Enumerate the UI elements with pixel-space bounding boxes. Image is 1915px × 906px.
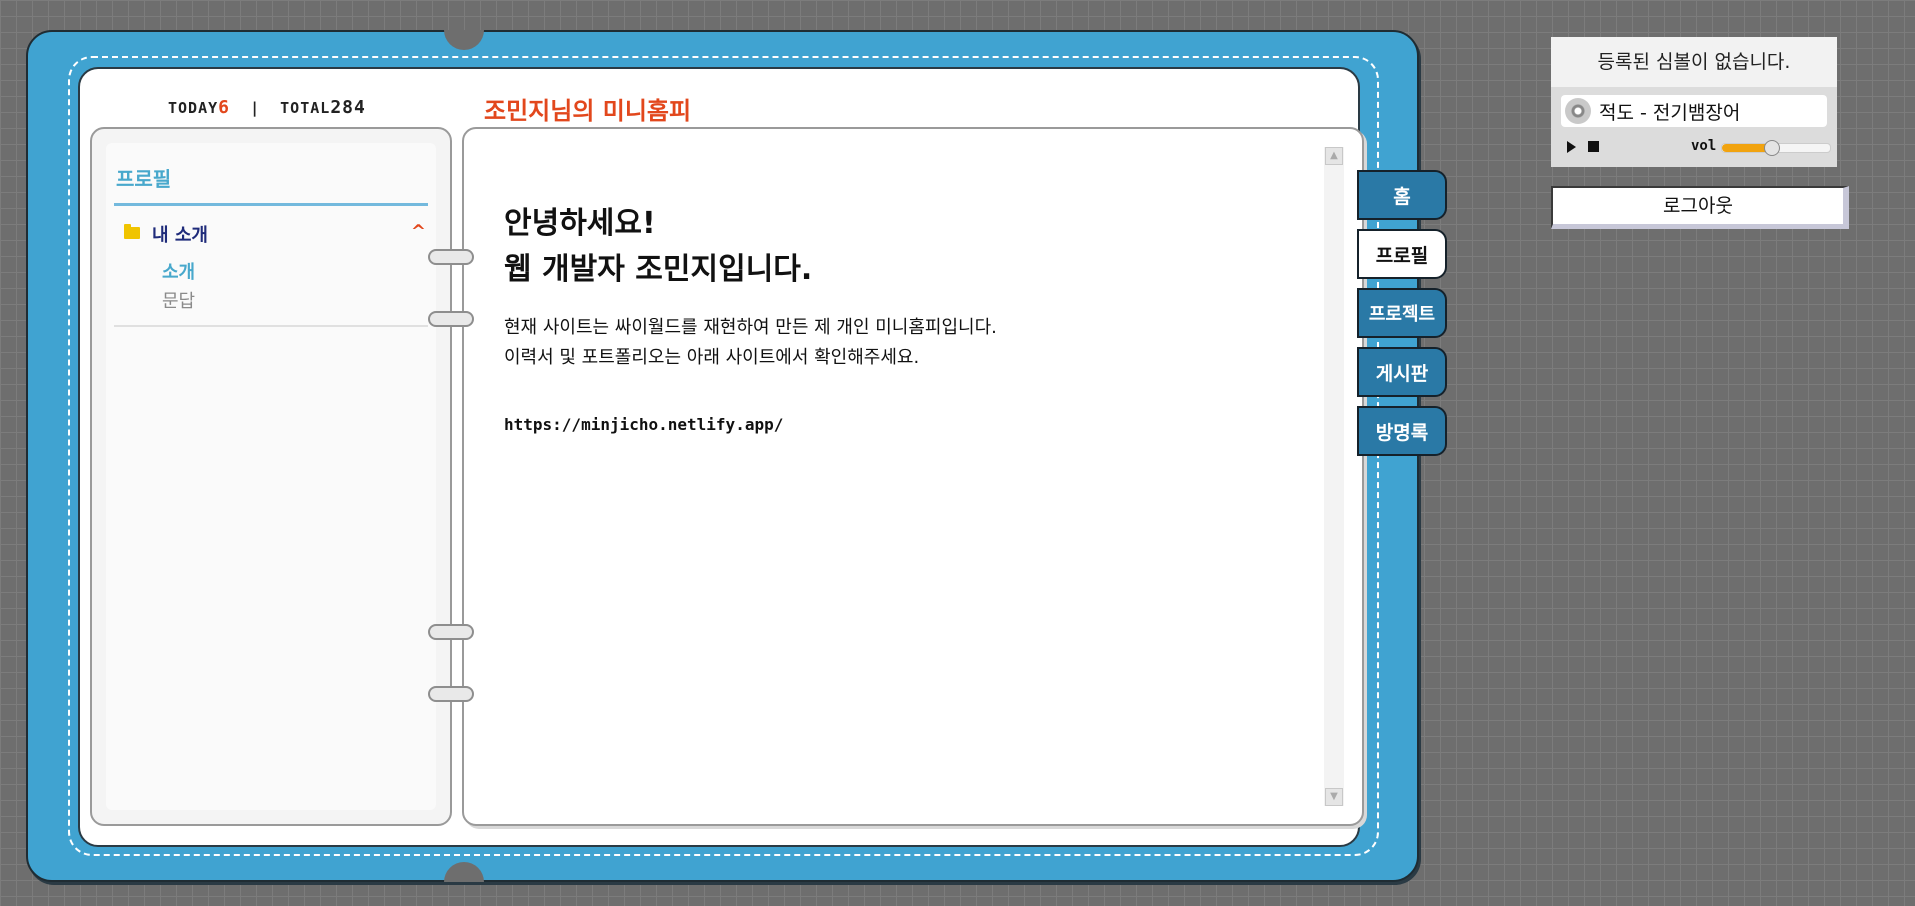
- today-label: TODAY: [168, 99, 219, 117]
- total-label: TOTAL: [280, 99, 331, 117]
- binder-ring: [428, 624, 474, 640]
- binder-ring: [428, 311, 474, 327]
- diary-inner: TODAY6 | TOTAL284 프로필 내 소개 ^ 소개 문답 조민지님의…: [78, 67, 1364, 847]
- sidebar-bottom-divider: [114, 325, 428, 327]
- portfolio-link[interactable]: https://minjicho.netlify.app/: [504, 415, 783, 434]
- sidebar: 프로필 내 소개 ^ 소개 문답: [106, 143, 436, 810]
- greeting: 안녕하세요! 웹 개발자 조민지입니다.: [504, 201, 812, 293]
- sidebar-divider: [114, 203, 428, 206]
- song-title: 적도 - 전기뱀장어: [1599, 102, 1741, 124]
- cover-notch-bottom: [444, 862, 484, 882]
- scroll-up-icon[interactable]: ▲: [1325, 147, 1343, 165]
- left-page: 프로필 내 소개 ^ 소개 문답: [90, 127, 452, 826]
- greeting-line-2: 웹 개발자 조민지입니다.: [504, 252, 813, 287]
- total-count: 284: [330, 97, 366, 118]
- cover-notch-top: [444, 30, 484, 50]
- symbol-box: 등록된 심볼이 없습니다.: [1551, 37, 1837, 87]
- counter-separator: |: [250, 99, 261, 117]
- today-count: 6: [218, 97, 230, 118]
- tab-project[interactable]: 프로젝트: [1357, 288, 1447, 338]
- logout-button[interactable]: 로그아웃: [1551, 186, 1849, 229]
- volume-knob[interactable]: [1763, 140, 1780, 156]
- binder-ring: [428, 686, 474, 702]
- folder-label: 내 소개: [152, 225, 208, 246]
- content-page: 안녕하세요! 웹 개발자 조민지입니다. 현재 사이트는 싸이월드를 재현하여 …: [462, 127, 1364, 826]
- play-icon[interactable]: [1567, 141, 1576, 153]
- binder-ring: [428, 249, 474, 265]
- scroll-down-icon[interactable]: ▼: [1325, 788, 1343, 806]
- greeting-line-1: 안녕하세요!: [504, 206, 656, 241]
- tab-guestbook[interactable]: 방명록: [1357, 406, 1447, 456]
- description: 현재 사이트는 싸이월드를 재현하여 만든 제 개인 미니홈피입니다. 이력서 …: [504, 313, 997, 373]
- diary-cover: TODAY6 | TOTAL284 프로필 내 소개 ^ 소개 문답 조민지님의…: [26, 30, 1419, 882]
- scrollbar[interactable]: ▲ ▼: [1324, 147, 1344, 806]
- description-line-2: 이력서 및 포트폴리오는 아래 사이트에서 확인해주세요.: [504, 347, 920, 368]
- folder-toggle[interactable]: 내 소개 ^: [124, 221, 426, 247]
- stop-icon[interactable]: [1588, 141, 1599, 152]
- tab-home[interactable]: 홈: [1357, 170, 1447, 220]
- visitor-counter: TODAY6 | TOTAL284: [168, 97, 366, 118]
- sidebar-item-intro[interactable]: 소개: [162, 258, 195, 284]
- cd-icon: [1565, 98, 1591, 124]
- folder-icon: [124, 224, 140, 239]
- volume-label: vol: [1691, 138, 1717, 154]
- description-line-1: 현재 사이트는 싸이월드를 재현하여 만든 제 개인 미니홈피입니다.: [504, 317, 997, 338]
- chevron-up-icon[interactable]: ^: [411, 221, 426, 242]
- site-title[interactable]: 조민지님의 미니홈피: [484, 91, 691, 126]
- tab-board[interactable]: 게시판: [1357, 347, 1447, 397]
- music-player: 적도 - 전기뱀장어 vol: [1551, 87, 1837, 167]
- song-display: 적도 - 전기뱀장어: [1561, 95, 1827, 127]
- sidebar-title: 프로필: [116, 167, 172, 191]
- sidebar-item-qna[interactable]: 문답: [162, 287, 195, 313]
- volume-slider[interactable]: [1721, 140, 1831, 156]
- tab-profile[interactable]: 프로필: [1357, 229, 1447, 279]
